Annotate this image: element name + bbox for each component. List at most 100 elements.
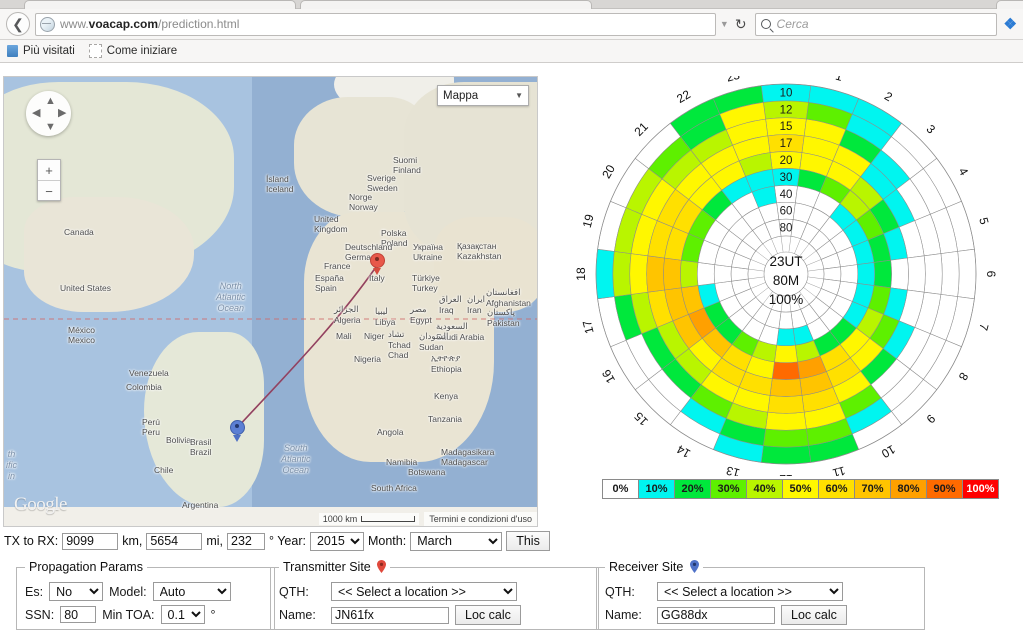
browser-tab[interactable] xyxy=(300,0,592,9)
bookmark-getting-started[interactable]: Come iniziare xyxy=(89,44,177,58)
distance-km-input[interactable] xyxy=(62,533,118,550)
transmitter-qth-select[interactable]: << Select a location >> xyxy=(331,582,517,601)
receiver-qth-select[interactable]: << Select a location >> xyxy=(657,582,843,601)
chart-cell[interactable] xyxy=(714,265,731,284)
zoom-in-button[interactable]: + xyxy=(38,160,60,181)
model-select[interactable]: Auto xyxy=(153,582,231,601)
map-label: South Africa xyxy=(371,483,417,493)
transmitter-site-legend: Transmitter Site xyxy=(279,560,390,574)
chart-cell[interactable] xyxy=(731,267,748,281)
pan-right-icon[interactable]: ▶ xyxy=(58,108,66,119)
back-arrow-icon[interactable]: ❮ xyxy=(6,12,30,36)
polar-heatmap[interactable]: 01234567891011121314151617181920212223 1… xyxy=(556,76,1016,476)
ssn-label: SSN: xyxy=(25,608,54,622)
pan-left-icon[interactable]: ◀ xyxy=(32,108,40,119)
transmitter-map-pin[interactable] xyxy=(370,253,383,272)
receiver-loc-calc-button[interactable]: Loc calc xyxy=(781,605,847,625)
pan-up-icon[interactable]: ▲ xyxy=(45,96,56,107)
receiver-qth-label: QTH: xyxy=(605,585,651,599)
bookmarks-toolbar: Più visitati Come iniziare xyxy=(0,40,1023,63)
chart-cell[interactable] xyxy=(907,256,925,292)
chart-center-line-2: 80M xyxy=(773,273,799,288)
chart-cell[interactable] xyxy=(779,312,793,329)
chart-hour-label: 4 xyxy=(956,165,972,178)
chart-center-line-3: 100% xyxy=(769,292,804,307)
reload-icon[interactable]: ↻ xyxy=(735,16,747,33)
map-zoom-control[interactable]: + − xyxy=(37,159,61,201)
dashed-box-icon xyxy=(89,44,102,58)
chart-cell[interactable] xyxy=(647,256,665,292)
chart-hour-label: 12 xyxy=(779,472,793,476)
chart-cell[interactable] xyxy=(857,262,875,285)
chart-cell[interactable] xyxy=(941,251,959,296)
chevron-down-icon[interactable]: ▼ xyxy=(720,19,729,29)
map-label: Angola xyxy=(377,427,403,437)
map-label: PerúPeru xyxy=(142,417,160,437)
es-select[interactable]: No xyxy=(49,582,103,601)
transmitter-name-label: Name: xyxy=(279,608,325,622)
chart-cell[interactable] xyxy=(891,258,909,290)
this-month-button[interactable]: This xyxy=(506,531,550,551)
browser-tab[interactable] xyxy=(996,0,1023,9)
legend-swatch: 50% xyxy=(783,480,819,498)
mi-unit-label: mi, xyxy=(206,534,223,548)
chart-cell[interactable] xyxy=(772,362,800,380)
receiver-name-input[interactable] xyxy=(657,607,775,624)
map-label: Namibia xyxy=(386,457,417,467)
map-label: Venezuela xyxy=(129,368,169,378)
bookmark-most-visited[interactable]: Più visitati xyxy=(7,45,75,57)
chart-cell[interactable] xyxy=(770,379,802,397)
map-type-selector[interactable]: Mappa ▼ xyxy=(437,85,529,106)
chart-cell[interactable] xyxy=(613,251,631,296)
pan-down-icon[interactable]: ▼ xyxy=(45,122,56,133)
chart-cell[interactable] xyxy=(777,328,796,345)
map-label: ҚазақстанKazakhstan xyxy=(457,241,501,261)
chart-cell[interactable] xyxy=(774,345,797,363)
transmitter-site-fieldset: Transmitter Site QTH: << Select a locati… xyxy=(270,560,599,630)
bearing-degrees-input[interactable] xyxy=(227,533,265,550)
chart-cell[interactable] xyxy=(697,262,715,285)
zoom-out-button[interactable]: − xyxy=(38,181,60,201)
year-select[interactable]: 2015 xyxy=(310,532,364,551)
map-type-label: Mappa xyxy=(443,90,478,102)
legend-swatch: 100% xyxy=(963,480,998,498)
chart-cell[interactable] xyxy=(680,260,698,288)
chart-cell[interactable] xyxy=(664,258,682,290)
year-label: ° Year: xyxy=(269,534,306,548)
chart-cell[interactable] xyxy=(924,254,942,295)
chart-cell[interactable] xyxy=(761,446,811,464)
map-label: SouthAtlanticOcean xyxy=(281,443,311,476)
map-terms-link[interactable]: Termini e condizioni d'uso xyxy=(424,512,537,526)
chart-cell[interactable] xyxy=(596,249,614,299)
chart-cell[interactable] xyxy=(768,395,804,413)
chart-hour-label: 14 xyxy=(674,442,693,461)
transmitter-name-input[interactable] xyxy=(331,607,449,624)
chart-cell[interactable] xyxy=(874,260,892,288)
toolbar-extra-icon[interactable]: ❖ xyxy=(1004,15,1017,33)
chart-band-label: 17 xyxy=(780,138,793,150)
chart-cell[interactable] xyxy=(824,267,841,281)
browser-tab[interactable] xyxy=(24,0,296,9)
ssn-input[interactable] xyxy=(60,606,96,623)
chevron-down-icon: ▼ xyxy=(515,91,523,100)
map-label: ÍslandIceland xyxy=(266,174,293,194)
starred-folder-icon xyxy=(7,45,18,57)
address-bar[interactable]: www.voacap.com/prediction.html xyxy=(35,13,716,36)
map-label: ایرانIran xyxy=(467,294,485,315)
chart-cell[interactable] xyxy=(630,254,648,295)
map-panel[interactable]: CanadaUnited StatesMéxicoMexicoVenezuela… xyxy=(3,76,538,527)
chart-cell[interactable] xyxy=(766,412,807,430)
transmitter-loc-calc-button[interactable]: Loc calc xyxy=(455,605,521,625)
chart-cell[interactable] xyxy=(958,249,976,299)
chart-cell[interactable] xyxy=(763,429,808,447)
search-bar[interactable]: Cerca xyxy=(755,13,997,36)
chart-center-line-1: 23UT xyxy=(769,254,802,269)
distance-mi-input[interactable] xyxy=(146,533,202,550)
map-pan-control[interactable]: ▲ ▼ ◀ ▶ xyxy=(26,91,71,136)
month-select[interactable]: March xyxy=(410,532,502,551)
map-label: السودانSudan xyxy=(419,331,448,352)
chart-cell[interactable] xyxy=(840,265,857,284)
propagation-row-1: Es: No Model: Auto xyxy=(25,582,266,601)
receiver-map-pin[interactable] xyxy=(230,420,243,439)
min-toa-select[interactable]: 0.1 xyxy=(161,605,205,624)
